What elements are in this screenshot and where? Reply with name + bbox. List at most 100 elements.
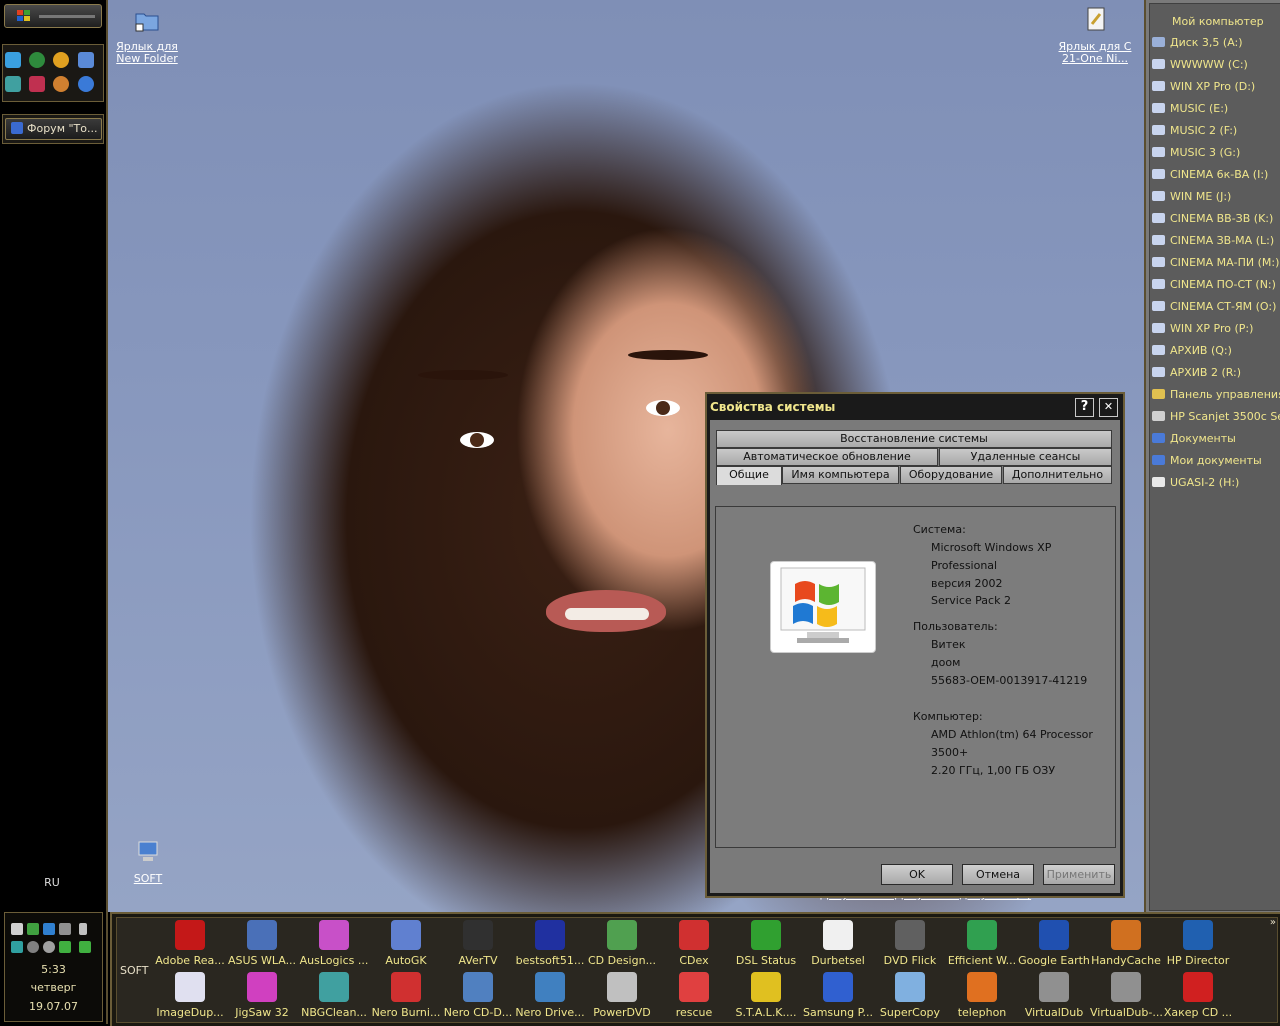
drive-label: WIN XP Pro (D:)	[1170, 80, 1256, 93]
drive-item[interactable]: CINEMA СТ-ЯМ (O:)	[1152, 298, 1276, 316]
desktop-icon-c21-shortcut[interactable]: Ярлык для C 21-One Ni...	[1055, 6, 1135, 65]
drive-item[interactable]: Мои документы	[1152, 452, 1262, 470]
dock-app[interactable]: ImageDup...	[154, 972, 226, 1019]
tab-system-restore[interactable]: Восстановление системы	[716, 430, 1112, 448]
dock-app[interactable]: HandyCache	[1090, 920, 1162, 967]
drive-item[interactable]: MUSIC 3 (G:)	[1152, 144, 1240, 162]
dock-app[interactable]: VirtualDub-...	[1090, 972, 1162, 1019]
drive-item[interactable]: WWWWW (C:)	[1152, 56, 1248, 74]
dock-app[interactable]: Nero Drive...	[514, 972, 586, 1019]
drive-item[interactable]: CINEMA ПО-СТ (N:)	[1152, 276, 1276, 294]
drive-item[interactable]: АРХИВ 2 (R:)	[1152, 364, 1241, 382]
dock-app[interactable]: AVerTV	[442, 920, 514, 967]
close-button[interactable]: ✕	[1099, 398, 1118, 417]
tray-gear-icon[interactable]	[27, 941, 39, 953]
dock-app[interactable]: rescue	[658, 972, 730, 1019]
dock-app[interactable]: NBGClean...	[298, 972, 370, 1019]
dock-app[interactable]: AutoGK	[370, 920, 442, 967]
drive-item[interactable]: CINEMA ЗВ-МА (L:)	[1152, 232, 1274, 250]
dock-app[interactable]: JigSaw 32	[226, 972, 298, 1019]
ie-icon[interactable]	[29, 52, 45, 68]
refresh-icon[interactable]	[5, 52, 21, 68]
drive-item[interactable]: HP Scanjet 3500c Series	[1152, 408, 1280, 426]
drive-item[interactable]: Панель управления	[1152, 386, 1280, 404]
clock-date: 19.07.07	[29, 1000, 78, 1013]
media-player-icon[interactable]	[53, 52, 69, 68]
dock-app[interactable]: Durbetsel	[802, 920, 874, 967]
drive-item[interactable]: WIN ME (J:)	[1152, 188, 1231, 206]
tray-battery-icon[interactable]	[79, 923, 87, 935]
tray-globe-icon[interactable]	[43, 923, 55, 935]
drive-item[interactable]: CINEMA МА-ПИ (M:)	[1152, 254, 1279, 272]
network-icon[interactable]	[5, 76, 21, 92]
drive-item[interactable]: Диск 3,5 (A:)	[1152, 34, 1243, 52]
dock-app[interactable]: Efficient W...	[946, 920, 1018, 967]
cancel-button[interactable]: Отмена	[962, 864, 1034, 885]
app-icon	[895, 972, 925, 1002]
ie-page-icon	[11, 122, 23, 134]
drive-item[interactable]: Документы	[1152, 430, 1236, 448]
dialog-titlebar[interactable]: Свойства системы ? ✕	[707, 394, 1123, 420]
tray-arrow-icon[interactable]	[79, 941, 91, 953]
help-button[interactable]: ?	[1075, 398, 1094, 417]
dock-app[interactable]: telephon	[946, 972, 1018, 1019]
dock-app[interactable]: CDex	[658, 920, 730, 967]
dock-app[interactable]: Adobe Rea...	[154, 920, 226, 967]
drive-item[interactable]: UGASI-2 (H:)	[1152, 474, 1239, 492]
dock-app[interactable]: VirtualDub	[1018, 972, 1090, 1019]
tray-volume-icon[interactable]	[11, 923, 23, 935]
dock-app[interactable]: Samsung P...	[802, 972, 874, 1019]
tab-advanced[interactable]: Дополнительно	[1003, 466, 1112, 484]
dock-app[interactable]: DSL Status	[730, 920, 802, 967]
drive-icon	[1152, 345, 1165, 355]
dock-app[interactable]: Хакер CD ...	[1162, 972, 1234, 1019]
tab-hardware[interactable]: Оборудование	[900, 466, 1002, 484]
dock-app[interactable]: Nero Burni...	[370, 972, 442, 1019]
dock-app[interactable]: bestsoft51...	[514, 920, 586, 967]
desktop-icon-new-folder-shortcut[interactable]: Ярлык для New Folder	[107, 6, 187, 65]
tray-star-icon[interactable]	[11, 941, 23, 953]
dock-app[interactable]: AusLogics ...	[298, 920, 370, 967]
desktop-show-icon[interactable]	[78, 52, 94, 68]
tray-x-icon[interactable]	[59, 923, 71, 935]
drive-item[interactable]: CINEMA ВВ-ЗВ (K:)	[1152, 210, 1273, 228]
tray-gear-icon[interactable]	[43, 941, 55, 953]
tab-automatic-updates[interactable]: Автоматическое обновление	[716, 448, 938, 466]
tab-general[interactable]: Общие	[716, 466, 782, 485]
drive-item[interactable]: WIN XP Pro (P:)	[1152, 320, 1253, 338]
start-button[interactable]	[4, 4, 102, 28]
clock-time[interactable]: 5:33	[5, 963, 102, 976]
drive-item[interactable]: АРХИВ (Q:)	[1152, 342, 1232, 360]
dock-app[interactable]: ASUS WLA...	[226, 920, 298, 967]
desktop-icon-soft[interactable]: SOFT	[108, 838, 188, 885]
dock-app[interactable]: PowerDVD	[586, 972, 658, 1019]
app-icon	[751, 920, 781, 950]
dock-app[interactable]: DVD Flick	[874, 920, 946, 967]
taskbar-button-forum[interactable]: Форум "То...	[5, 118, 102, 140]
apply-button[interactable]: Применить	[1043, 864, 1115, 885]
dock-app[interactable]: CD Design...	[586, 920, 658, 967]
dock-app[interactable]: SuperCopy	[874, 972, 946, 1019]
dock-app[interactable]: HP Director	[1162, 920, 1234, 967]
dock-app[interactable]: S.T.A.L.K....	[730, 972, 802, 1019]
ok-button[interactable]: OK	[881, 864, 953, 885]
dock-app[interactable]: Google Earth	[1018, 920, 1090, 967]
app-label: JigSaw 32	[235, 1006, 289, 1019]
app-icon	[967, 920, 997, 950]
windows-flag-icon	[17, 10, 30, 21]
tray-network-icon[interactable]	[27, 923, 39, 935]
dock-app[interactable]: Nero CD-D...	[442, 972, 514, 1019]
drive-item[interactable]: WIN XP Pro (D:)	[1152, 78, 1255, 96]
search-icon[interactable]	[78, 76, 94, 92]
tab-remote-sessions[interactable]: Удаленные сеансы	[939, 448, 1112, 466]
tray-arrows-icon[interactable]	[59, 941, 71, 953]
language-indicator[interactable]: RU	[0, 876, 104, 889]
drive-icon	[1152, 191, 1165, 201]
chevron-right-icon[interactable]: »	[1270, 917, 1276, 928]
calendar-icon[interactable]	[29, 76, 45, 92]
firefox-icon[interactable]	[53, 76, 69, 92]
drive-item[interactable]: MUSIC 2 (F:)	[1152, 122, 1237, 140]
drive-item[interactable]: CINEMA 6к-ВА (I:)	[1152, 166, 1268, 184]
tab-computer-name[interactable]: Имя компьютера	[782, 466, 899, 484]
drive-item[interactable]: MUSIC (E:)	[1152, 100, 1228, 118]
